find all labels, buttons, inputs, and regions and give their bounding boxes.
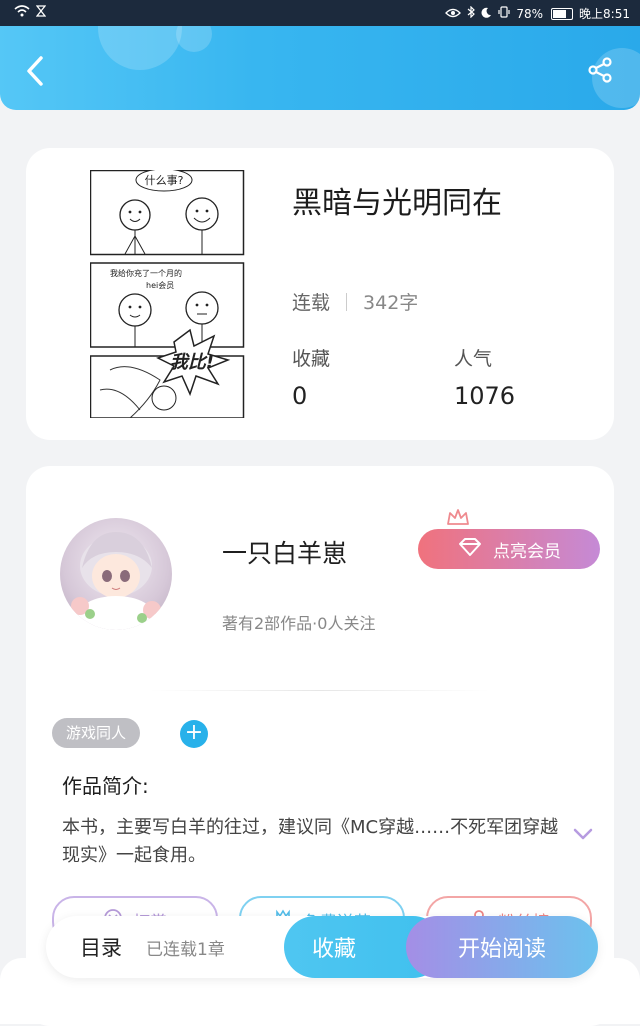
moon-icon — [481, 7, 492, 21]
cover-bubble-text-1: 什么事? — [145, 174, 184, 187]
eye-icon — [445, 7, 462, 21]
serial-status: 连载 — [292, 292, 331, 314]
vip-button-label: 点亮会员 — [493, 541, 561, 562]
clock: 晚上8:51 — [579, 7, 630, 21]
diamond-icon — [457, 537, 483, 562]
share-icon[interactable] — [586, 56, 614, 84]
divider — [150, 690, 490, 691]
popularity-label: 人气 — [454, 348, 493, 370]
book-cover[interactable]: 什么事? 我给你充了一个月的 hei会员 我比! — [90, 170, 246, 418]
author-meta: 著有2部作品·0人关注 — [222, 614, 376, 633]
wifi-icon — [14, 5, 30, 20]
author-name[interactable]: 一只白羊崽 — [222, 534, 347, 570]
status-bar: 78% 晚上8:51 — [0, 0, 640, 26]
bluetooth-icon — [467, 5, 476, 21]
author-avatar[interactable] — [60, 518, 172, 630]
crown-icon — [446, 508, 470, 528]
favorites-value: 0 — [292, 382, 308, 410]
cover-bubble-text-3: hei会员 — [146, 280, 174, 290]
add-tag-button[interactable]: + — [180, 720, 208, 748]
book-status-line: 连载 342字 — [292, 288, 418, 315]
intro-text: 本书，主要写白羊的往过，建议同《MC穿越……不死军团穿越现实》一起食用。 — [62, 817, 559, 866]
battery-icon — [551, 7, 574, 20]
chevron-down-icon[interactable] — [572, 826, 594, 842]
favorites-label: 收藏 — [292, 348, 331, 370]
word-count: 342字 — [363, 292, 419, 314]
vip-button[interactable]: 点亮会员 — [418, 529, 600, 569]
avatar-illustration — [71, 532, 161, 630]
bottom-action-bar: 目录 已连载1章 收藏 开始阅读 — [46, 916, 598, 978]
book-title: 黑暗与光明同在 — [292, 186, 502, 221]
chapter-count: 已连载1章 — [146, 940, 225, 960]
battery-percent: 78% — [516, 6, 544, 21]
cover-bubble-text-4: 我比! — [170, 352, 214, 373]
tag-chip[interactable]: 游戏同人 — [52, 718, 141, 748]
top-header — [0, 26, 640, 110]
hourglass-icon — [35, 5, 47, 20]
intro-title: 作品简介: — [62, 774, 149, 798]
toc-button[interactable]: 目录 — [80, 932, 122, 962]
cover-comic: 什么事? 我给你充了一个月的 hei会员 我比! — [90, 170, 245, 418]
decor-bubble — [176, 26, 212, 52]
divider — [346, 292, 348, 311]
book-info-card: 什么事? 我给你充了一个月的 hei会员 我比! 黑暗与光明同在 连载 342字… — [26, 148, 614, 440]
vibrate-icon — [498, 6, 510, 21]
start-reading-button[interactable]: 开始阅读 — [406, 916, 598, 978]
decor-bubble — [98, 26, 182, 70]
back-icon[interactable] — [24, 56, 46, 86]
popularity-value: 1076 — [454, 382, 516, 410]
cover-bubble-text-2: 我给你充了一个月的 — [110, 268, 182, 278]
